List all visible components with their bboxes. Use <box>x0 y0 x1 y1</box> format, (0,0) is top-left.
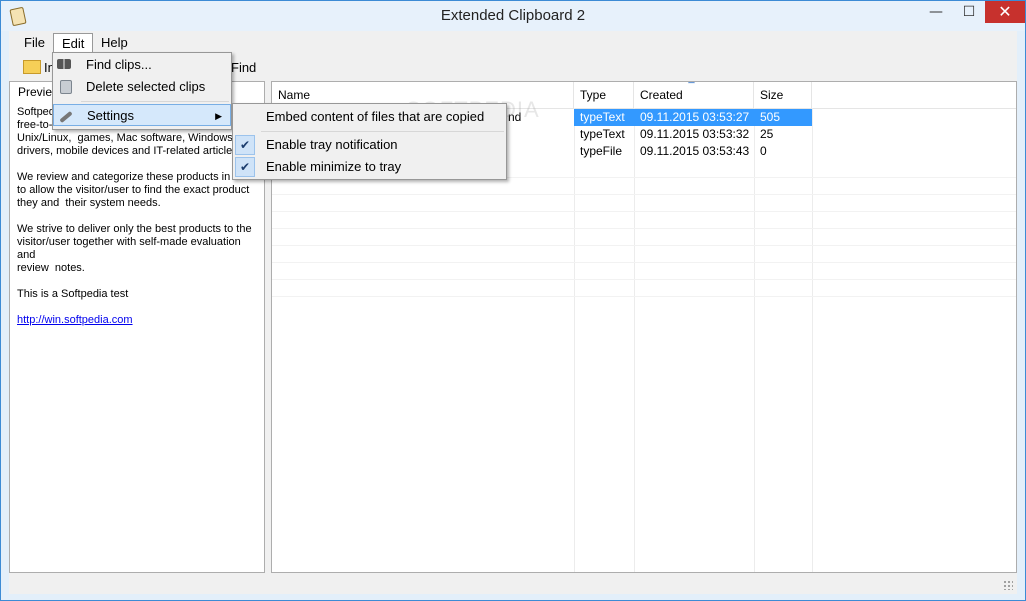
preview-line-3: Unix/Linux, games, Mac software, Windows <box>17 132 233 144</box>
minimize-button[interactable]: — <box>919 1 953 23</box>
menu-settings-label: Settings <box>87 108 134 123</box>
sort-ascending-icon: ▲ <box>688 82 695 85</box>
trash-can-icon <box>60 80 72 94</box>
menu-tray-notification[interactable]: ✔ Enable tray notification <box>233 134 506 156</box>
menu-find-clips-label: Find clips... <box>86 57 152 72</box>
column-created[interactable]: Created <box>634 82 754 108</box>
column-type[interactable]: Type <box>574 82 634 108</box>
menu-embed-files[interactable]: Embed content of files that are copied <box>233 106 506 128</box>
resize-grip-icon[interactable] <box>1003 580 1013 590</box>
grid-line <box>272 211 1016 212</box>
menu-file[interactable]: File <box>16 33 53 52</box>
preview-pane[interactable]: Preview Softped free-to-t Unix/Linux, game… <box>9 81 265 573</box>
grid-line <box>272 296 1016 297</box>
edit-menu-dropdown: Find clips... Delete selected clips Sett… <box>52 52 232 130</box>
cell-type: typeText <box>574 109 634 126</box>
submenu-arrow-icon: ▶ <box>215 111 222 121</box>
cell-type: typeFile <box>580 144 623 158</box>
preview-line-1: Softped <box>17 106 55 118</box>
status-bar <box>9 572 1017 594</box>
menu-delete-clips-label: Delete selected clips <box>86 79 206 94</box>
menu-embed-files-label: Embed content of files that are copied <box>266 109 485 124</box>
folder-icon <box>23 60 41 74</box>
preview-link[interactable]: http://win.softpedia.com <box>17 314 133 326</box>
menu-find-clips[interactable]: Find clips... <box>53 54 231 76</box>
preview-paragraph-3: We strive to deliver only the best produ… <box>17 223 252 274</box>
preview-text: Softped free-to-t Unix/Linux, games, Mac s… <box>17 106 259 340</box>
menu-edit[interactable]: Edit <box>53 33 94 53</box>
checkmark-icon: ✔ <box>235 157 255 177</box>
cell-type: typeText <box>580 127 625 141</box>
cell-created: 09.11.2015 03:53:32 <box>640 127 750 141</box>
grid-line <box>272 279 1016 280</box>
menu-tray-notification-label: Enable tray notification <box>266 137 398 152</box>
maximize-button[interactable]: ☐ <box>953 1 985 23</box>
menu-delete-clips[interactable]: Delete selected clips <box>53 76 231 98</box>
wrench-icon <box>59 110 73 124</box>
binoculars-icon <box>57 59 71 69</box>
cell-created: 09.11.2015 03:53:27 <box>634 109 754 126</box>
find-button[interactable]: Find <box>231 60 256 75</box>
title-bar[interactable]: Extended Clipboard 2 — ☐ ✕ <box>1 1 1025 31</box>
menu-minimize-to-tray-label: Enable minimize to tray <box>266 159 402 174</box>
preview-paragraph-2: We review and categorize these products … <box>17 171 259 209</box>
preview-paragraph-4: This is a Softpedia test <box>17 288 129 300</box>
cell-size: 25 <box>760 127 774 141</box>
cell-created: 09.11.2015 03:53:43 <box>640 144 750 158</box>
settings-submenu: Embed content of files that are copied ✔… <box>232 103 507 180</box>
column-size[interactable]: Size <box>754 82 812 108</box>
cell-size: 505 <box>754 109 812 126</box>
menu-separator <box>81 101 229 102</box>
menu-separator <box>261 131 504 132</box>
menu-minimize-to-tray[interactable]: ✔ Enable minimize to tray <box>233 156 506 178</box>
cell-size: 0 <box>760 144 767 158</box>
window-title: Extended Clipboard 2 <box>440 7 586 24</box>
menu-bar: File Edit Help <box>9 31 1017 53</box>
preview-line-4: drivers, mobile devices and IT-related a… <box>17 145 241 157</box>
grid-line <box>272 228 1016 229</box>
grid-line <box>272 245 1016 246</box>
menu-help[interactable]: Help <box>93 33 136 52</box>
close-button[interactable]: ✕ <box>985 1 1025 23</box>
preview-line-2: free-to-t <box>17 119 56 131</box>
grid-line <box>272 262 1016 263</box>
menu-settings[interactable]: Settings ▶ <box>53 104 231 126</box>
grid-line <box>272 194 1016 195</box>
checkmark-icon: ✔ <box>235 135 255 155</box>
